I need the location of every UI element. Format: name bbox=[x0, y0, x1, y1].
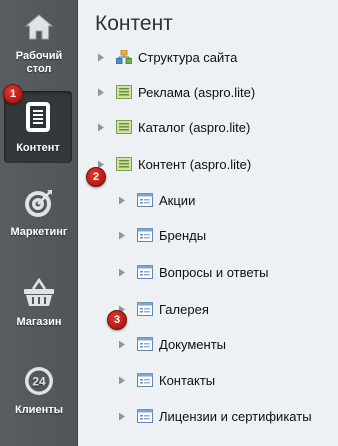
expand-arrow-icon[interactable] bbox=[96, 122, 106, 132]
infoblock-icon bbox=[137, 265, 153, 279]
sidebar-item-label: Маркетинг bbox=[10, 226, 68, 238]
step-badge-1: 1 bbox=[3, 84, 23, 104]
sidebar-item-label: Клиенты bbox=[14, 404, 63, 416]
infoblock-icon bbox=[137, 409, 153, 423]
folder-green-icon bbox=[116, 120, 132, 134]
infoblock-icon bbox=[137, 373, 153, 387]
expand-arrow-icon[interactable] bbox=[117, 339, 127, 349]
sidebar-item-shop[interactable]: Магазин bbox=[0, 276, 78, 329]
sidebar-item-desktop[interactable]: Рабочий стол bbox=[0, 10, 78, 76]
sidebar-item-label: Рабочий стол bbox=[15, 50, 63, 75]
tree-item[interactable]: Структура сайта bbox=[96, 46, 237, 68]
main-panel: Контент Структура сайта Реклама (aspro.li… bbox=[79, 0, 338, 446]
tree-item[interactable]: Вопросы и ответы bbox=[117, 261, 268, 283]
tree-item-label: Акции bbox=[159, 192, 196, 208]
sidebar-item-marketing[interactable]: Маркетинг bbox=[0, 186, 78, 239]
sidebar-item-clients[interactable]: 24 Клиенты bbox=[0, 364, 78, 417]
page-title: Контент bbox=[95, 12, 173, 35]
expand-arrow-icon[interactable] bbox=[117, 267, 127, 277]
tree-item-label: Галерея bbox=[159, 301, 209, 317]
tree-item-label: Контакты bbox=[159, 372, 216, 388]
tree-item-label: Структура сайта bbox=[138, 49, 238, 65]
folder-green-icon bbox=[116, 157, 132, 171]
clock-24-icon: 24 bbox=[22, 364, 56, 398]
expand-arrow-icon[interactable] bbox=[117, 195, 127, 205]
tree-item[interactable]: Акции bbox=[117, 189, 195, 211]
tree-item[interactable]: Контакты bbox=[117, 369, 215, 391]
tree-item-label: Бренды bbox=[159, 227, 207, 243]
tree-item[interactable]: Контент (aspro.lite) bbox=[96, 153, 251, 175]
home-icon bbox=[22, 10, 56, 44]
tree-item-label: Реклама (aspro.lite) bbox=[138, 84, 256, 100]
basket-icon bbox=[22, 276, 56, 310]
document-icon bbox=[21, 100, 55, 134]
step-badge-3: 3 bbox=[107, 310, 127, 330]
tree-item-label: Документы bbox=[159, 336, 227, 352]
tree-item-label: Лицензии и сертификаты bbox=[159, 408, 312, 424]
infoblock-icon bbox=[137, 337, 153, 351]
clock-24-text: 24 bbox=[32, 375, 46, 389]
expand-arrow-icon[interactable] bbox=[96, 87, 106, 97]
step-badge-2: 2 bbox=[86, 167, 106, 187]
sidebar-item-label: Контент bbox=[16, 142, 60, 154]
tree-item[interactable]: Документы bbox=[117, 333, 226, 355]
infoblock-icon bbox=[137, 302, 153, 316]
infoblock-icon bbox=[137, 193, 153, 207]
sidebar-item-label: Магазин bbox=[16, 316, 62, 328]
tree-item-label: Каталог (aspro.lite) bbox=[138, 119, 251, 135]
expand-arrow-icon[interactable] bbox=[117, 375, 127, 385]
expand-arrow-icon[interactable] bbox=[117, 230, 127, 240]
folder-green-icon bbox=[116, 85, 132, 99]
tree-item[interactable]: Реклама (aspro.lite) bbox=[96, 81, 255, 103]
tree-item-label: Контент (aspro.lite) bbox=[138, 156, 252, 172]
site-structure-icon bbox=[116, 50, 132, 64]
tree-item[interactable]: Лицензии и сертификаты bbox=[117, 405, 312, 427]
left-sidebar: Рабочий стол Контент Маркетинг Магазин 2… bbox=[0, 0, 78, 446]
expand-arrow-icon[interactable] bbox=[117, 411, 127, 421]
tree-item-label: Вопросы и ответы bbox=[159, 264, 269, 280]
expand-arrow-icon[interactable] bbox=[96, 52, 106, 62]
tree-item[interactable]: Каталог (aspro.lite) bbox=[96, 116, 250, 138]
target-icon bbox=[22, 186, 56, 220]
infoblock-icon bbox=[137, 228, 153, 242]
tree-item[interactable]: Галерея bbox=[117, 298, 209, 320]
tree-item[interactable]: Бренды bbox=[117, 224, 206, 246]
